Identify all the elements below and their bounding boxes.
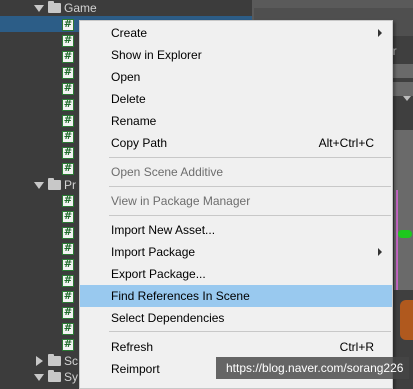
script-file-icon[interactable]: # <box>62 163 74 175</box>
menu-item-label: View in Package Manager <box>111 194 251 208</box>
menu-separator <box>109 186 391 187</box>
menu-item-label: Export Package... <box>111 267 206 281</box>
menu-item-export-package[interactable]: Export Package... <box>80 263 392 285</box>
menu-item-open-scene-additive[interactable]: Open Scene Additive <box>80 161 392 183</box>
dropdown-arrow-icon[interactable] <box>403 96 411 101</box>
folder-label-sy: Sy <box>64 370 79 384</box>
menu-item-label: Open Scene Additive <box>111 165 224 179</box>
menu-item-select-dependencies[interactable]: Select Dependencies <box>80 307 392 329</box>
folder-icon <box>48 1 61 13</box>
watermark-url: https://blog.naver.com/sorang226 <box>216 357 409 379</box>
script-file-icon[interactable]: # <box>62 211 74 223</box>
menu-item-create[interactable]: Create <box>80 22 392 44</box>
script-file-icon[interactable]: # <box>62 227 74 239</box>
menu-item-find-references-in-scene[interactable]: Find References In Scene <box>80 285 392 307</box>
tree-row-game[interactable]: Game <box>0 0 252 16</box>
menu-item-view-in-package-manager[interactable]: View in Package Manager <box>80 190 392 212</box>
submenu-arrow-icon <box>378 248 382 256</box>
menu-item-label: Open <box>111 70 141 84</box>
menu-item-shortcut: Alt+Ctrl+C <box>318 136 374 150</box>
scene-gizmo-green <box>398 230 412 238</box>
script-file-icon[interactable]: # <box>62 275 74 287</box>
menu-item-import-package[interactable]: Import Package <box>80 241 392 263</box>
expand-arrow-icon[interactable] <box>34 182 44 189</box>
menu-item-delete[interactable]: Delete <box>80 88 392 110</box>
menu-item-label: Import New Asset... <box>111 223 216 237</box>
folder-icon <box>48 178 61 190</box>
menu-item-open[interactable]: Open <box>80 66 392 88</box>
script-file-icon[interactable]: # <box>62 323 74 335</box>
expand-arrow-icon[interactable] <box>34 5 44 12</box>
context-menu: Create Show in Explorer Open Delete Rename Co… <box>79 20 393 389</box>
menu-item-label: Find References In Scene <box>111 289 250 303</box>
script-file-icon[interactable]: # <box>62 115 74 127</box>
menu-item-label: Import Package <box>111 245 196 259</box>
menu-item-label: Create <box>111 26 148 40</box>
submenu-arrow-icon <box>378 29 382 37</box>
menu-separator <box>109 215 391 216</box>
menu-item-label: Copy Path <box>111 136 168 150</box>
scene-character <box>400 300 413 340</box>
script-file-icon[interactable]: # <box>62 259 74 271</box>
script-file-icon[interactable]: # <box>62 19 74 31</box>
menu-item-rename[interactable]: Rename <box>80 110 392 132</box>
script-file-icon[interactable]: # <box>62 243 74 255</box>
script-file-icon[interactable]: # <box>62 35 74 47</box>
folder-icon <box>48 370 61 382</box>
folder-label-pr: Pr <box>64 178 76 192</box>
script-file-icon[interactable]: # <box>62 131 74 143</box>
script-file-icon[interactable]: # <box>62 195 74 207</box>
expand-arrow-icon[interactable] <box>34 374 44 381</box>
menu-item-refresh[interactable]: Refresh Ctrl+R <box>80 336 392 358</box>
script-file-icon[interactable]: # <box>62 339 74 351</box>
menu-item-label: Rename <box>111 114 157 128</box>
scene-line-magenta <box>396 190 398 290</box>
menu-item-shortcut: Ctrl+R <box>339 340 374 354</box>
menu-item-copy-path[interactable]: Copy Path Alt+Ctrl+C <box>80 132 392 154</box>
folder-label-game: Game <box>64 1 97 15</box>
menu-separator <box>109 331 391 332</box>
script-file-icon[interactable]: # <box>62 51 74 63</box>
menu-item-label: Reimport <box>111 362 160 376</box>
script-file-icon[interactable]: # <box>62 307 74 319</box>
menu-item-label: Select Dependencies <box>111 311 225 325</box>
folder-icon <box>48 354 61 366</box>
menu-item-label: Show in Explorer <box>111 48 202 62</box>
script-file-icon[interactable]: # <box>62 83 74 95</box>
script-file-icon[interactable]: # <box>62 291 74 303</box>
script-file-icon[interactable]: # <box>62 99 74 111</box>
menu-item-label: Delete <box>111 92 146 106</box>
folder-label-sc: Sc <box>64 354 79 368</box>
menu-item-label: Refresh <box>111 340 154 354</box>
collapse-arrow-icon[interactable] <box>36 356 43 366</box>
script-file-icon[interactable]: # <box>62 147 74 159</box>
script-file-icon[interactable]: # <box>62 67 74 79</box>
menu-separator <box>109 157 391 158</box>
menu-item-import-new-asset[interactable]: Import New Asset... <box>80 219 392 241</box>
menu-item-show-in-explorer[interactable]: Show in Explorer <box>80 44 392 66</box>
